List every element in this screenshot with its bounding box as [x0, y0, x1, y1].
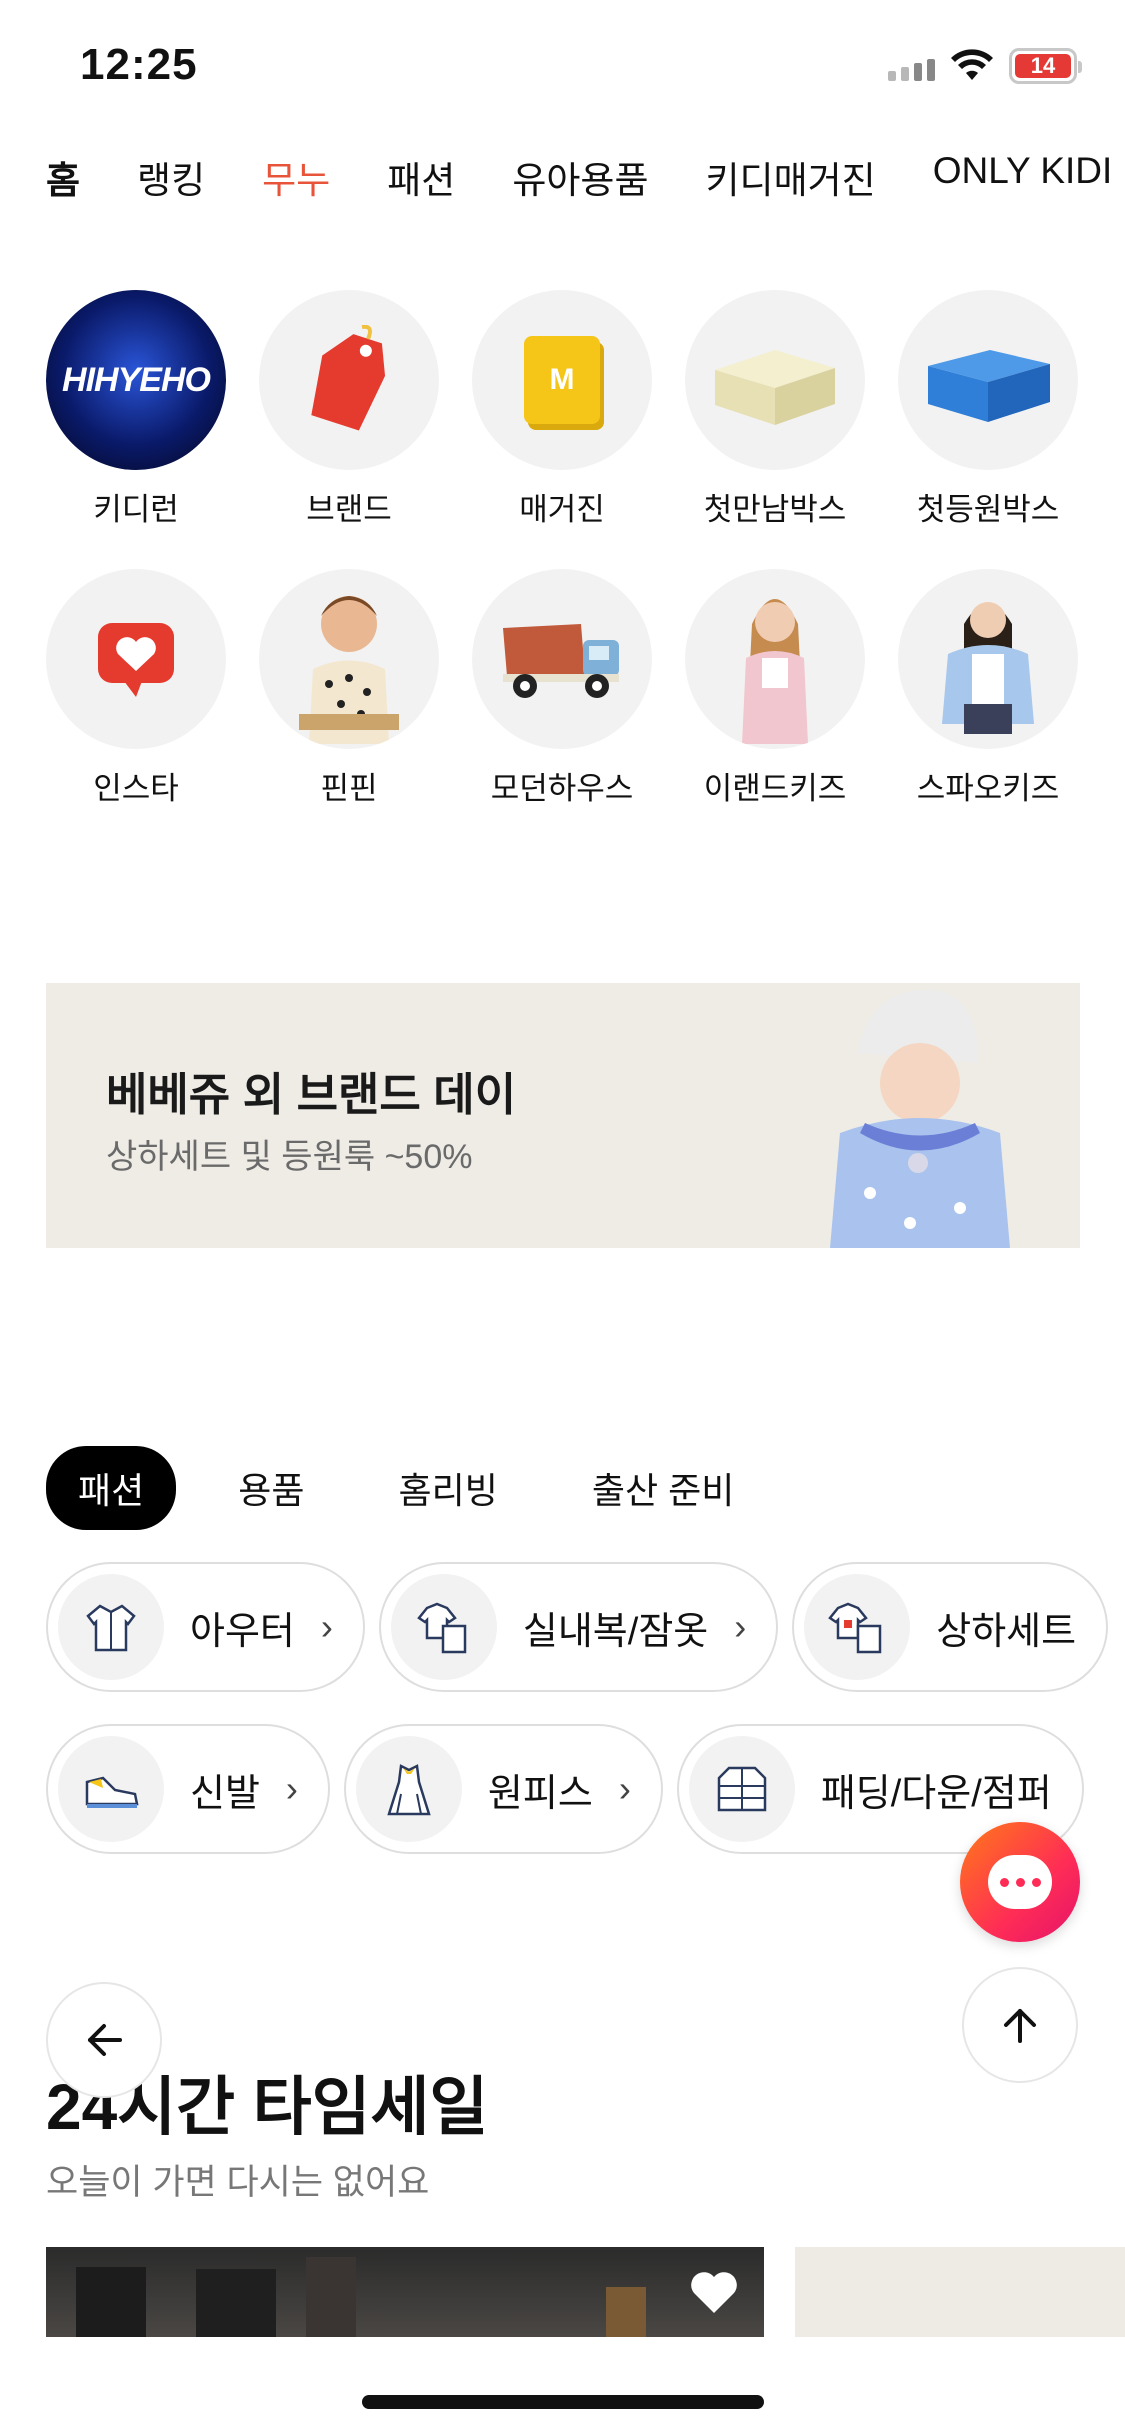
heart-bubble-icon: [46, 569, 226, 749]
tab-home[interactable]: 홈: [46, 150, 80, 204]
padding-jacket-icon: [688, 1736, 795, 1842]
girl-model-icon: [685, 569, 865, 749]
chevron-right-icon: ›: [618, 1768, 631, 1809]
chip-dress[interactable]: 원피스 ›: [343, 1724, 663, 1854]
chip-label: 패딩/다운/점퍼: [820, 1772, 1052, 1815]
category-kidirun[interactable]: HIHYEHO 키디런: [46, 290, 226, 529]
category-label: 키디런: [93, 492, 179, 527]
category-magazine[interactable]: M 매거진: [472, 290, 652, 529]
kidirun-logo-text: HIHYEHO: [62, 360, 211, 399]
status-bar: 12:25 14: [0, 0, 1125, 140]
product-image: [76, 2257, 646, 2337]
chip-label: 아우터: [190, 1610, 295, 1653]
blue-box-icon: [898, 290, 1078, 470]
scroll-top-button[interactable]: [962, 1967, 1078, 2083]
chip-pajama[interactable]: 실내복/잠옷 ›: [378, 1562, 779, 1692]
chip-label: 원피스: [487, 1772, 593, 1815]
tab-munu[interactable]: 무누: [262, 150, 330, 204]
battery-level: 14: [1015, 53, 1071, 78]
chip-label: 상하세트: [936, 1610, 1077, 1653]
category-label: 스파오키즈: [916, 771, 1060, 806]
banner-child-image: [830, 990, 1010, 1248]
toy-truck-icon: [472, 569, 652, 749]
coat-icon: [58, 1574, 164, 1680]
brand-tag-icon: [259, 290, 439, 470]
chip-shoes[interactable]: 신발 ›: [46, 1724, 330, 1854]
segment-tab-fashion[interactable]: 패션: [46, 1446, 177, 1530]
top-nav-tabs: 홈 랭킹 무누 패션 유아용품 키디매거진 ONLY KIDI: [46, 150, 1125, 204]
category-spao-kids[interactable]: 스파오키즈: [898, 569, 1078, 808]
segment-tab-home-living[interactable]: 홈리빙: [367, 1446, 530, 1530]
promo-banner[interactable]: 베베쥬 외 브랜드 데이 상하세트 및 등원룩 ~50%: [46, 983, 1080, 1248]
category-eland-kids[interactable]: 이랜드키즈: [685, 569, 865, 808]
time-sale-subtitle: 오늘이 가면 다시는 없어요: [46, 2163, 430, 2202]
tab-kidi-magazine[interactable]: 키디매거진: [706, 150, 876, 204]
tab-only-kidi[interactable]: ONLY KIDI: [933, 150, 1113, 204]
chip-label: 신발: [190, 1772, 260, 1815]
status-time: 12:25: [80, 40, 198, 89]
magazine-book-icon: M: [472, 290, 652, 470]
category-first-school-box[interactable]: 첫등원박스: [898, 290, 1078, 529]
kidirun-logo-icon: HIHYEHO: [46, 290, 226, 470]
chevron-right-icon: ›: [285, 1768, 298, 1809]
arrow-up-icon: [1004, 2009, 1036, 2043]
category-label: 브랜드: [306, 492, 392, 527]
category-label: 이랜드키즈: [703, 771, 847, 806]
product-card[interactable]: [46, 2247, 764, 2337]
heart-icon[interactable]: [688, 2269, 740, 2315]
segment-tab-birth-prep[interactable]: 출산 준비: [560, 1446, 766, 1530]
category-brand[interactable]: 브랜드: [259, 290, 439, 529]
chevron-right-icon: ›: [320, 1606, 333, 1647]
category-insta[interactable]: 인스타: [46, 569, 226, 808]
chat-button[interactable]: [960, 1822, 1080, 1942]
category-label: 인스타: [93, 771, 179, 806]
tab-baby-goods[interactable]: 유아용품: [512, 150, 648, 204]
signal-icon: [888, 51, 935, 81]
tab-ranking[interactable]: 랭킹: [137, 150, 205, 204]
pajama-icon: [390, 1574, 497, 1680]
status-icons: 14: [888, 48, 1082, 84]
category-label: 첫만남박스: [703, 492, 847, 527]
category-first-meet-box[interactable]: 첫만남박스: [685, 290, 865, 529]
chip-set[interactable]: 상하세트: [792, 1562, 1109, 1692]
category-pinpin[interactable]: 핀핀: [259, 569, 439, 808]
category-grid: HIHYEHO 키디런 브랜드 M 매거진 첫만남박스 첫등원박스 인스타 핀핀…: [46, 290, 1116, 808]
category-label: 매거진: [519, 492, 605, 527]
battery-icon: 14: [1009, 48, 1082, 84]
arrow-left-icon: [88, 2024, 122, 2056]
category-modern-house[interactable]: 모던하우스: [472, 569, 652, 808]
wifi-icon: [951, 49, 993, 80]
segment-tab-goods[interactable]: 용품: [206, 1446, 336, 1530]
back-button[interactable]: [46, 1982, 162, 2098]
sneaker-icon: [58, 1736, 164, 1842]
chevron-right-icon: ›: [734, 1606, 747, 1647]
set-clothes-icon: [804, 1574, 911, 1680]
magazine-logo-text: M: [549, 363, 575, 396]
girl-jacket-icon: [898, 569, 1078, 749]
subcategory-row-1: 아우터 › 실내복/잠옷 › 상하세트: [46, 1562, 1109, 1692]
tab-fashion[interactable]: 패션: [387, 150, 455, 204]
category-label: 핀핀: [320, 771, 378, 806]
banner-subtitle: 상하세트 및 등원룩 ~50%: [106, 1138, 473, 1176]
product-card[interactable]: [795, 2247, 1125, 2337]
category-segment-tabs: 패션 용품 홈리빙 출산 준비: [46, 1446, 796, 1530]
gift-box-icon: [685, 290, 865, 470]
child-photo-icon: [259, 569, 439, 749]
home-indicator: [362, 2395, 764, 2409]
chip-label: 실내복/잠옷: [522, 1610, 709, 1653]
dress-icon: [355, 1736, 462, 1842]
category-label: 첫등원박스: [916, 492, 1060, 527]
chip-outer[interactable]: 아우터 ›: [46, 1562, 365, 1692]
banner-title: 베베쥬 외 브랜드 데이: [106, 1069, 517, 1120]
subcategory-row-2: 신발 › 원피스 › 패딩/다운/점퍼: [46, 1724, 1084, 1854]
category-label: 모던하우스: [490, 771, 634, 806]
chat-bubble-icon: [988, 1855, 1052, 1909]
